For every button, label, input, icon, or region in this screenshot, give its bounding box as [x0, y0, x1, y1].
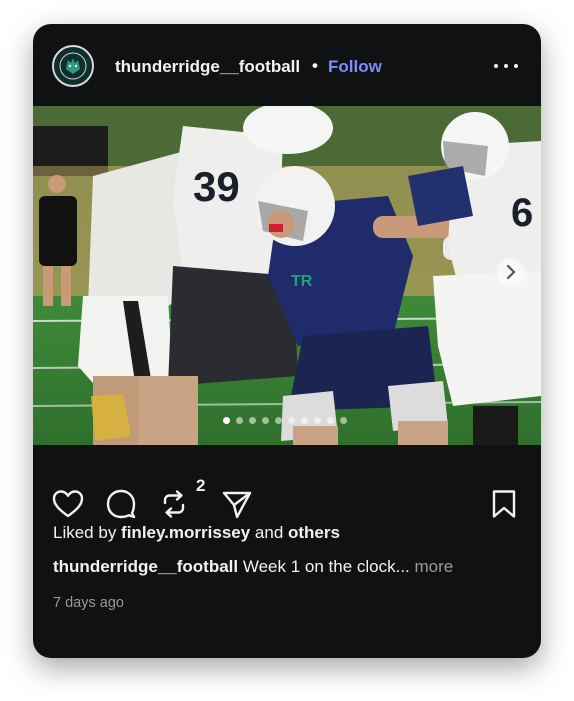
post-caption: thunderridge__football Week 1 on the clo… — [53, 557, 453, 577]
bookmark-icon[interactable] — [491, 489, 517, 524]
post-card: thunderridge__football • Follow 39 TR 6 … — [33, 24, 541, 658]
separator-dot: • — [312, 56, 318, 75]
likes-prefix: Liked by — [53, 523, 122, 542]
carousel-dot — [301, 417, 308, 424]
jersey-number-right: 6 — [511, 191, 533, 235]
carousel-dot-active — [223, 417, 230, 424]
action-bar — [33, 445, 541, 525]
send-icon[interactable] — [221, 490, 253, 525]
post-username[interactable]: thunderridge__football — [115, 57, 300, 77]
carousel-dot — [275, 417, 282, 424]
repost-count: 2 — [196, 476, 206, 495]
caption-text: Week 1 on the clock... — [238, 557, 410, 576]
carousel-dot — [262, 417, 269, 424]
post-image[interactable]: 39 TR 6 — [33, 106, 541, 445]
football-practice-photo: 39 TR 6 — [33, 106, 541, 445]
avatar[interactable] — [52, 45, 94, 87]
chevron-right-icon — [506, 264, 516, 280]
carousel-dot — [340, 417, 347, 424]
carousel-dot — [327, 417, 334, 424]
more-options-icon[interactable] — [493, 58, 519, 74]
comment-bubble-icon[interactable] — [105, 489, 137, 524]
carousel-dot — [314, 417, 321, 424]
next-slide-button[interactable] — [497, 258, 525, 286]
liked-by-user-link[interactable]: finley.morrissey — [121, 523, 250, 542]
caption-more-link[interactable]: more — [410, 557, 454, 576]
likes-middle: and — [250, 523, 288, 542]
post-timestamp: 7 days ago — [53, 595, 124, 611]
follow-button[interactable]: Follow — [328, 57, 382, 77]
carousel-dot — [249, 417, 256, 424]
post-header: thunderridge__football • Follow — [33, 24, 541, 106]
liked-by-others-link[interactable]: others — [288, 523, 340, 542]
jersey-number: 39 — [193, 163, 240, 210]
repost-icon[interactable] — [159, 489, 189, 524]
carousel-dot — [236, 417, 243, 424]
carousel-dot — [288, 417, 295, 424]
jersey-logo: TR — [291, 273, 313, 290]
heart-icon[interactable] — [52, 489, 84, 524]
likes-line: Liked by finley.morrissey and others — [53, 523, 340, 543]
team-logo-icon — [55, 48, 91, 84]
caption-username[interactable]: thunderridge__football — [53, 557, 238, 576]
